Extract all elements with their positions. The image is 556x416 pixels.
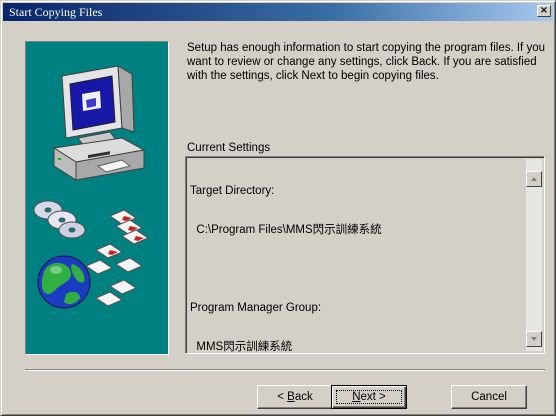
globe-icon (37, 255, 91, 309)
scroll-down-arrow-icon (531, 337, 537, 341)
back-button[interactable]: < Back (257, 385, 333, 409)
title-bar[interactable]: Start Copying Files × (3, 3, 553, 21)
current-settings-label: Current Settings (187, 142, 271, 154)
settings-scrollbar[interactable] (526, 159, 542, 351)
setup-artwork (33, 65, 150, 309)
scroll-down-button[interactable] (526, 331, 542, 347)
next-button-label: Next > (352, 391, 386, 403)
intro-text: Setup has enough information to start co… (187, 42, 545, 82)
cd-discs-icon (33, 200, 86, 239)
setup-dialog-window: Start Copying Files × Setup has enough i… (0, 0, 556, 416)
settings-line-target-directory-value: C:\Program Files\MMS閃示訓練系統 (190, 224, 382, 236)
cancel-button[interactable]: Cancel (451, 385, 527, 409)
cancel-button-label: Cancel (471, 391, 507, 403)
settings-line-program-group-value: MMS閃示訓練系統 (190, 341, 293, 353)
scroll-up-button[interactable] (526, 171, 542, 187)
window-title: Start Copying Files (9, 5, 103, 19)
floppy-disks-icon (84, 209, 150, 307)
settings-line-program-group-label: Program Manager Group: (190, 302, 322, 314)
back-button-label: < Back (277, 391, 313, 403)
next-button[interactable]: Next > (331, 385, 407, 409)
current-settings-textbox[interactable]: Target Directory: C:\Program Files\MMS閃示… (185, 156, 545, 354)
current-settings-content: Target Directory: C:\Program Files\MMS閃示… (190, 159, 520, 380)
computer-icon (52, 65, 146, 181)
button-separator (25, 369, 545, 371)
setup-artwork-panel (25, 41, 169, 355)
close-icon: × (539, 5, 549, 16)
settings-line-blank: ​ (190, 263, 520, 276)
scroll-up-arrow-icon (531, 177, 537, 181)
close-button[interactable]: × (537, 5, 551, 17)
settings-line-target-directory-label: Target Directory: (190, 185, 275, 197)
